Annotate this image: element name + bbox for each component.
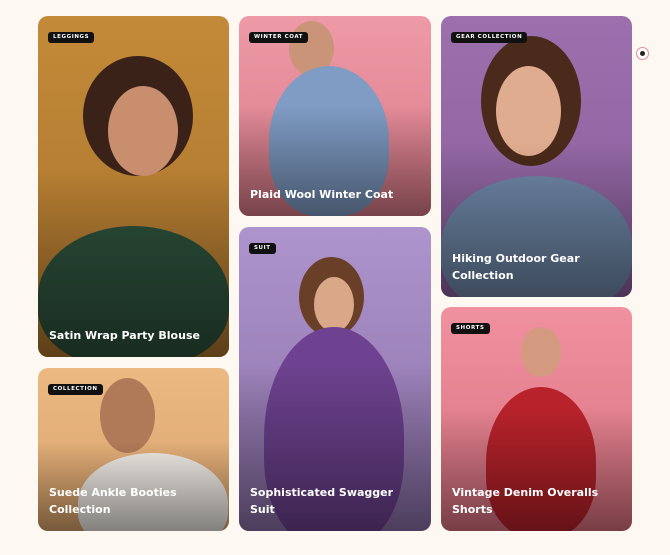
product-card-sophisticated-swagger-suit[interactable]: Suit Sophisticated Swagger Suit — [239, 227, 431, 531]
product-title[interactable]: Sophisticated Swagger Suit — [250, 484, 419, 518]
category-badge: Collection — [48, 384, 103, 395]
product-title[interactable]: Satin Wrap Party Blouse — [49, 327, 217, 344]
category-badge: Leggings — [48, 32, 95, 43]
category-badge: Gear Collection — [451, 32, 528, 43]
product-card-plaid-wool-winter-coat[interactable]: Winter Coat Plaid Wool Winter Coat — [239, 16, 431, 216]
product-title[interactable]: Vintage Denim Overalls Shorts — [452, 484, 620, 518]
product-card-vintage-denim-overalls[interactable]: Shorts Vintage Denim Overalls Shorts — [441, 307, 632, 531]
product-title[interactable]: Plaid Wool Winter Coat — [250, 186, 419, 203]
product-card-hiking-outdoor-gear[interactable]: Gear Collection Hiking Outdoor Gear Coll… — [441, 16, 632, 297]
category-badge: Winter Coat — [249, 32, 309, 43]
product-title[interactable]: Hiking Outdoor Gear Collection — [452, 250, 620, 284]
category-badge: Suit — [249, 243, 276, 254]
product-card-satin-wrap-party-blouse[interactable]: Leggings Satin Wrap Party Blouse — [38, 16, 229, 357]
category-badge: Shorts — [451, 323, 490, 334]
radio-indicator[interactable] — [636, 47, 649, 60]
product-card-suede-ankle-booties[interactable]: Collection Suede Ankle Booties Collectio… — [38, 368, 229, 531]
product-title[interactable]: Suede Ankle Booties Collection — [49, 484, 217, 518]
